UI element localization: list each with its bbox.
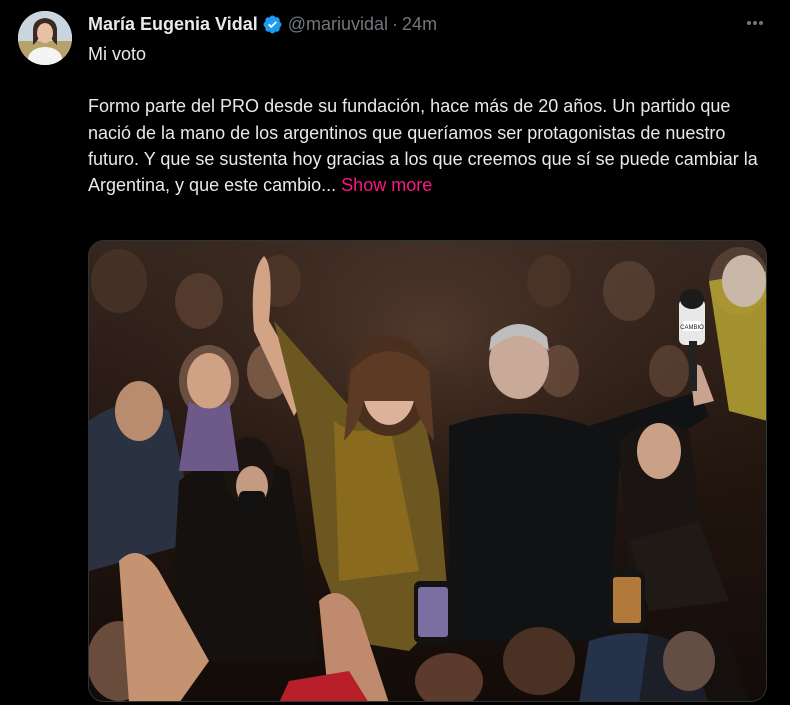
tweet-body: Formo parte del PRO desde su fundación, … [88, 93, 758, 198]
display-name[interactable]: María Eugenia Vidal [88, 14, 258, 35]
verified-badge-icon [262, 14, 283, 35]
avatar-image [18, 11, 72, 65]
timestamp[interactable]: 24m [402, 14, 437, 35]
tweet-text: Mi voto Formo parte del PRO desde su fun… [88, 41, 758, 198]
avatar[interactable] [18, 11, 72, 65]
tweet-header: María Eugenia Vidal @mariuvidal · 24m [88, 12, 437, 36]
show-more-link[interactable]: Show more [341, 175, 432, 195]
more-options-button[interactable] [740, 10, 770, 36]
microphone-label: CAMBIO [680, 325, 704, 331]
tweet-title-line: Mi voto [88, 44, 147, 64]
user-handle[interactable]: @mariuvidal [288, 14, 388, 35]
photo-image: CAMBIO [89, 241, 766, 701]
tweet: María Eugenia Vidal @mariuvidal · 24m Mi… [0, 0, 790, 705]
separator-dot: · [392, 13, 399, 34]
more-options-icon [747, 21, 763, 25]
tweet-photo[interactable]: CAMBIO [88, 240, 767, 702]
